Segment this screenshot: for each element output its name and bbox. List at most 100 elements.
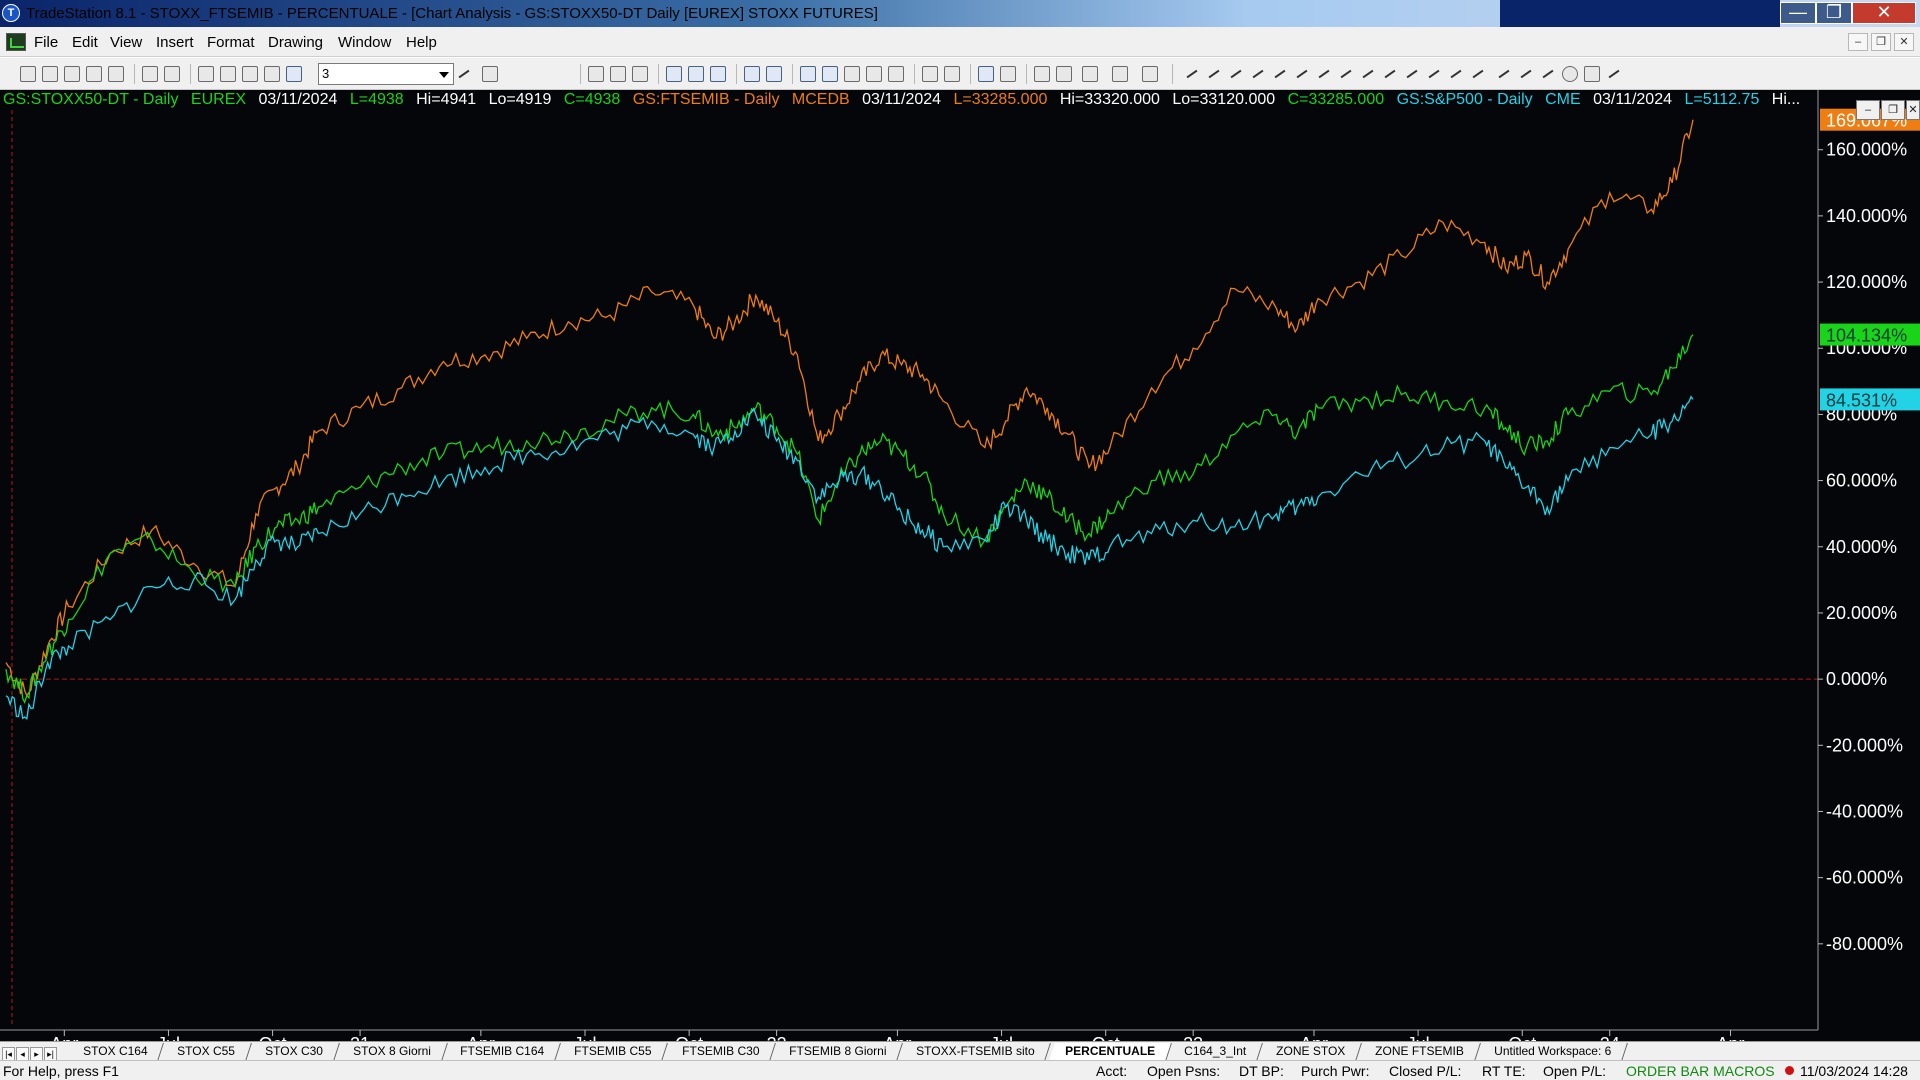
chart-restore-button[interactable]: ❐ [1881,100,1905,120]
menu-drawing[interactable]: Drawing [268,34,323,51]
mdi-minimize-button[interactable]: – [1848,33,1868,51]
crosshair-icon[interactable] [922,66,938,82]
chart-svg[interactable]: 160.000%140.000%120.000%100.000%80.000%6… [0,90,1920,1046]
chart-close-button[interactable]: ✕ [1906,100,1920,120]
matrix-icon[interactable] [844,66,860,82]
tab-untitled-workspace[interactable]: Untitled Workspace: 6 [1478,1043,1629,1061]
bars-icon[interactable] [866,66,882,82]
angle-icon[interactable] [1382,66,1398,82]
order-bar-macros-button[interactable]: ORDER BAR MACROS [1626,1063,1775,1079]
tools-icon[interactable] [264,66,280,82]
ellipse-icon[interactable] [1562,66,1578,82]
link-icon[interactable] [766,66,782,82]
window2-icon[interactable] [220,66,236,82]
print-icon[interactable] [142,66,158,82]
rectangle-icon[interactable] [1584,66,1600,82]
menu-view[interactable]: View [110,34,142,51]
folder-icon[interactable] [108,66,124,82]
maximize-button[interactable]: ❐ [1816,2,1852,24]
tab-next-button[interactable]: ▸ [30,1047,43,1061]
window-grid-icon[interactable] [588,66,604,82]
mdi-close-button[interactable]: ✕ [1894,33,1914,51]
vertical-lines-icon[interactable] [1206,66,1222,82]
tab-first-button[interactable]: |◂ [2,1047,15,1061]
format-icon[interactable] [1112,66,1128,82]
play-arrow-icon[interactable] [456,66,472,82]
radar-icon[interactable] [888,66,904,82]
tab-stox-8-giorni[interactable]: STOX 8 Giorni [336,1043,448,1061]
horizontal-lines-icon[interactable] [1228,66,1244,82]
tab-label: FTSEMIB C55 [574,1044,652,1058]
erase-icon[interactable] [1142,66,1158,82]
tab-percentuale[interactable]: PERCENTUALE [1048,1043,1172,1061]
menu-window[interactable]: Window [338,34,391,51]
tab-stox-c30[interactable]: STOX C30 [249,1043,340,1061]
channel-icon[interactable] [1250,66,1266,82]
tab-prev-button[interactable]: ◂ [16,1047,29,1061]
window-list-icon[interactable] [610,66,626,82]
copy-icon[interactable] [86,66,102,82]
tab-label: FTSEMIB C164 [460,1044,545,1058]
speed-lines-icon[interactable] [1316,66,1332,82]
arrow-down-red-icon[interactable] [1518,66,1534,82]
menu-file[interactable]: File [34,34,58,51]
tab-ftsemib-c30[interactable]: FTSEMIB C30 [665,1043,776,1061]
refresh-icon[interactable] [710,66,726,82]
menu-format[interactable]: Format [207,34,255,51]
wrench-icon[interactable] [1082,66,1098,82]
tab-c164-3-int[interactable]: C164_3_Int [1168,1043,1264,1061]
chart-analysis-window[interactable]: 160.000% 140.000% 120.000% 100.000% 80.000% 6… [0,90,1920,1046]
fibonacci-icon[interactable] [1294,66,1310,82]
tab-ftsemib-c164[interactable]: FTSEMIB C164 [444,1043,562,1061]
gann-fan-icon[interactable] [1338,66,1354,82]
close-button[interactable]: ✕ [1852,2,1916,24]
new-icon[interactable] [20,66,36,82]
printer-icon[interactable] [164,66,180,82]
tab-stox-c55[interactable]: STOX C55 [161,1043,253,1061]
minimize-button[interactable]: — [1780,2,1816,24]
zoom-in-icon[interactable] [978,66,994,82]
tab-zone-ftsemib[interactable]: ZONE FTSEMIB [1359,1043,1481,1061]
search-icon[interactable] [482,66,498,82]
arrow-up-blue-icon[interactable] [1540,66,1556,82]
indicator-icon[interactable] [688,66,704,82]
open-icon[interactable] [42,66,58,82]
trendline-icon[interactable] [1184,66,1200,82]
chart-window-icon[interactable] [6,33,26,51]
save-icon[interactable] [64,66,80,82]
table-icon[interactable] [632,66,648,82]
tab-ftsemib-c55[interactable]: FTSEMIB C55 [558,1043,669,1061]
menu-insert[interactable]: Insert [156,34,194,51]
pointer-icon[interactable] [1034,66,1050,82]
chart-minimize-button[interactable]: – [1856,100,1880,120]
tab-stoxx-ftsemib-sito[interactable]: STOXX-FTSEMIB sito [900,1043,1052,1061]
quote-icon[interactable] [800,66,816,82]
menu-help[interactable]: Help [406,34,437,51]
menu-bar: File Edit View Insert Format Drawing Win… [0,27,1920,57]
globe-icon[interactable] [286,66,302,82]
mdi-restore-button[interactable]: ❐ [1871,33,1891,51]
tab-last-button[interactable]: ▸| [44,1047,57,1061]
text-abc-icon[interactable] [1606,66,1622,82]
lock-icon[interactable] [242,66,258,82]
tab-zone-stox[interactable]: ZONE STOX [1260,1043,1363,1061]
arc-icon[interactable] [1272,66,1288,82]
pen-icon[interactable] [1470,66,1486,82]
select-icon[interactable] [1056,66,1072,82]
menu-edit[interactable]: Edit [72,34,98,51]
arrow-horizontal-icon[interactable] [1404,66,1420,82]
workspace-icon[interactable] [744,66,760,82]
chart-type-icon[interactable] [666,66,682,82]
headphones-icon[interactable] [1448,66,1464,82]
parallel-lines-icon[interactable] [1426,66,1442,82]
tab-stox-c164[interactable]: STOX C164 [67,1043,165,1061]
expand-icon[interactable] [944,66,960,82]
fib-time-icon[interactable] [1360,66,1376,82]
interval-select[interactable]: 3 [318,63,454,85]
scanner-icon[interactable] [822,66,838,82]
window-icon[interactable] [198,66,214,82]
tradestation-app: T TradeStation 8.1 - STOXX_FTSEMIB - PER… [0,0,1920,1080]
tab-ftsemib-8-giorni[interactable]: FTSEMIB 8 Giorni [772,1043,904,1061]
curve-icon[interactable] [1496,66,1512,82]
zoom-out-icon[interactable] [1000,66,1016,82]
